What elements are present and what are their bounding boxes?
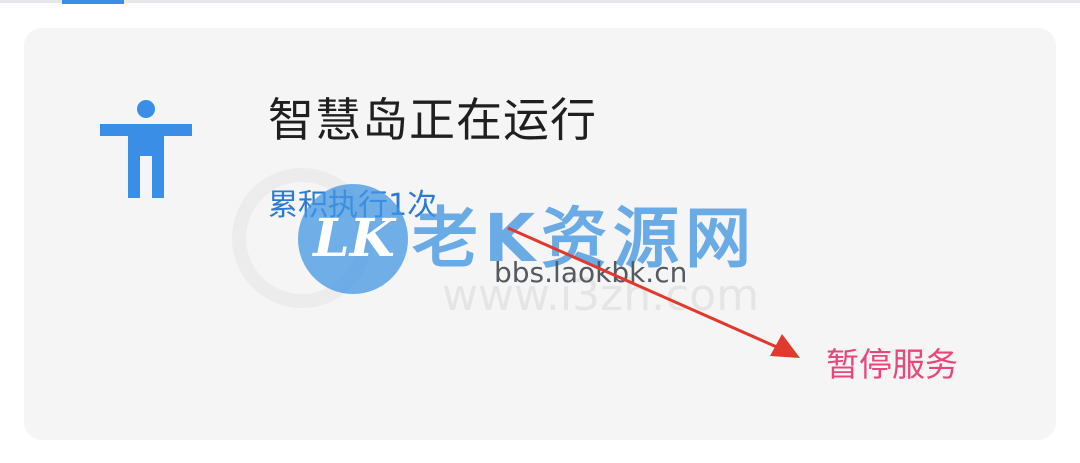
accessibility-person-icon <box>100 100 192 198</box>
tab-indicator <box>62 0 124 4</box>
top-divider <box>0 0 1080 3</box>
watermark-url: bbs.laokbk.cn <box>494 256 688 289</box>
pause-service-button[interactable]: 暂停服务 <box>826 338 958 386</box>
service-status-title: 智慧岛正在运行 <box>268 93 597 147</box>
watermark-logo-text: LK <box>313 208 395 269</box>
